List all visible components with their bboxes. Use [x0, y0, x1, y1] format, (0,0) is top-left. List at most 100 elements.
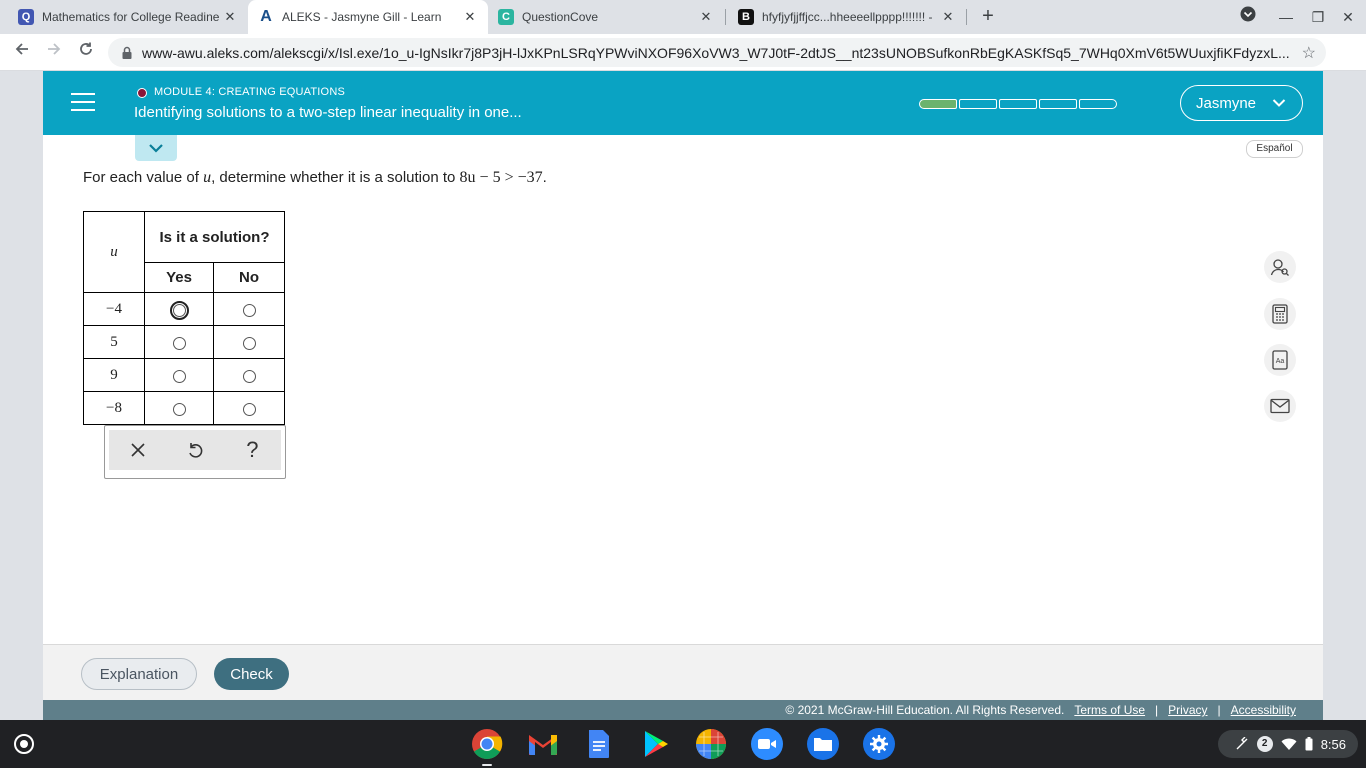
variable-header: u — [110, 244, 118, 260]
zoom-app-button[interactable] — [751, 728, 783, 760]
tab-brainly[interactable]: B hfyfjyfjjffjcc...hheeeellpppp!!!!!!! -… — [728, 0, 966, 34]
browser-tab-strip: Q Mathematics for College Readine ✕ A AL… — [0, 0, 1366, 34]
collapse-header-button[interactable] — [135, 135, 177, 161]
calculator-button[interactable] — [1264, 298, 1296, 330]
lock-icon — [122, 46, 132, 59]
address-bar[interactable]: www-awu.aleks.com/alekscgi/x/Isl.exe/1o_… — [108, 38, 1326, 67]
divider: | — [1155, 703, 1159, 717]
progress-segment — [1079, 99, 1117, 109]
color-app-button[interactable] — [695, 728, 727, 760]
table-row: 9 — [83, 358, 285, 392]
questioncove-icon: C — [498, 9, 514, 25]
radio-no[interactable] — [242, 337, 256, 351]
back-button[interactable] — [10, 40, 34, 64]
files-app-button[interactable] — [807, 728, 839, 760]
instructor-icon — [1270, 259, 1289, 276]
radio-yes[interactable] — [172, 370, 186, 384]
browser-toolbar: www-awu.aleks.com/alekscgi/x/Isl.exe/1o_… — [0, 34, 1366, 71]
tab-title: QuestionCove — [522, 10, 599, 24]
solution-table: u Is it a solution? Yes No −4 5 9 −8 — [83, 211, 285, 425]
folder-icon — [814, 738, 832, 751]
undo-button[interactable] — [180, 435, 210, 465]
tab-questioncove[interactable]: C QuestionCove ✕ — [488, 0, 724, 34]
close-icon[interactable]: ✕ — [462, 9, 478, 25]
no-cell — [213, 325, 285, 359]
chrome-app-button[interactable] — [471, 728, 503, 760]
tab-search-button[interactable] — [1237, 6, 1259, 28]
topic-title[interactable]: Identifying solutions to a two-step line… — [134, 104, 522, 121]
ask-instructor-button[interactable] — [1264, 251, 1296, 283]
variable-header-cell: u — [83, 211, 145, 293]
close-icon[interactable]: ✕ — [222, 9, 238, 25]
radio-no[interactable] — [242, 370, 256, 384]
topic-progress-bar — [919, 99, 1117, 109]
radio-yes[interactable] — [172, 403, 186, 417]
yes-cell — [144, 292, 214, 326]
radio-yes[interactable] — [169, 301, 189, 321]
launcher-button[interactable] — [14, 734, 34, 754]
hamburger-menu-button[interactable] — [71, 93, 95, 113]
u-value: 9 — [110, 367, 118, 383]
play-store-app-button[interactable] — [639, 728, 671, 760]
system-tray[interactable]: 2 8:56 — [1218, 730, 1358, 758]
radio-no[interactable] — [242, 304, 256, 318]
user-name: Jasmyne — [1196, 94, 1257, 112]
language-toggle-button[interactable]: Español — [1246, 140, 1303, 158]
radio-yes[interactable] — [172, 337, 186, 351]
dictionary-button[interactable]: Aa — [1264, 344, 1296, 376]
question-prefix: For each value of — [83, 169, 204, 186]
question-prompt: For each value of u, determine whether i… — [83, 169, 547, 187]
minimize-button[interactable]: — — [1275, 6, 1297, 28]
solution-header: Is it a solution? — [144, 211, 285, 263]
user-menu-button[interactable]: Jasmyne — [1180, 85, 1303, 121]
question-suffix: . — [542, 169, 547, 186]
gmail-app-button[interactable] — [527, 728, 559, 760]
new-tab-button[interactable]: + — [976, 5, 1000, 29]
close-icon[interactable]: ✕ — [698, 9, 714, 25]
restore-button[interactable]: ❐ — [1307, 6, 1329, 28]
dictionary-icon: Aa — [1272, 350, 1288, 370]
help-button[interactable]: ? — [237, 435, 267, 465]
module-status-dot — [137, 88, 147, 98]
message-button[interactable] — [1264, 390, 1296, 422]
no-header: No — [213, 262, 285, 293]
radio-no[interactable] — [242, 403, 256, 417]
check-button[interactable]: Check — [214, 658, 289, 690]
video-camera-icon — [758, 739, 776, 749]
table-row: −4 — [83, 292, 285, 326]
tab-aleks[interactable]: A ALEKS - Jasmyne Gill - Learn ✕ — [248, 0, 488, 34]
bookmark-star-icon[interactable]: ☆ — [1302, 43, 1316, 63]
settings-app-button[interactable] — [863, 728, 895, 760]
terms-link[interactable]: Terms of Use — [1074, 703, 1145, 717]
progress-segment — [919, 99, 957, 109]
u-value-cell: 5 — [83, 325, 145, 359]
question-mark-icon: ? — [246, 437, 259, 462]
table-row: −8 — [83, 391, 285, 425]
battery-icon — [1305, 737, 1313, 751]
accessibility-link[interactable]: Accessibility — [1231, 703, 1296, 717]
u-value-cell: −4 — [83, 292, 145, 326]
tab-mathematics[interactable]: Q Mathematics for College Readine ✕ — [8, 0, 248, 34]
arrow-right-icon — [48, 43, 61, 55]
no-cell — [213, 391, 285, 425]
progress-segment — [959, 99, 997, 109]
close-icon[interactable]: ✕ — [940, 9, 956, 25]
reload-button[interactable] — [74, 40, 98, 64]
stylus-icon — [1236, 737, 1248, 750]
docs-app-button[interactable] — [583, 728, 615, 760]
explanation-button[interactable]: Explanation — [81, 658, 197, 690]
tab-separator — [966, 9, 967, 25]
copyright-text: © 2021 McGraw-Hill Education. All Rights… — [785, 703, 1065, 717]
close-window-button[interactable]: ✕ — [1337, 6, 1359, 28]
arrow-left-icon — [15, 43, 28, 55]
close-icon — [131, 443, 145, 457]
url-text: www-awu.aleks.com/alekscgi/x/Isl.exe/1o_… — [142, 44, 1290, 61]
divider: | — [1217, 703, 1221, 717]
yes-header: Yes — [144, 262, 214, 293]
forward-button[interactable] — [42, 40, 66, 64]
u-value: −8 — [106, 400, 122, 416]
clear-button[interactable] — [123, 435, 153, 465]
wifi-icon — [1281, 738, 1297, 750]
no-cell — [213, 358, 285, 392]
privacy-link[interactable]: Privacy — [1168, 703, 1207, 717]
